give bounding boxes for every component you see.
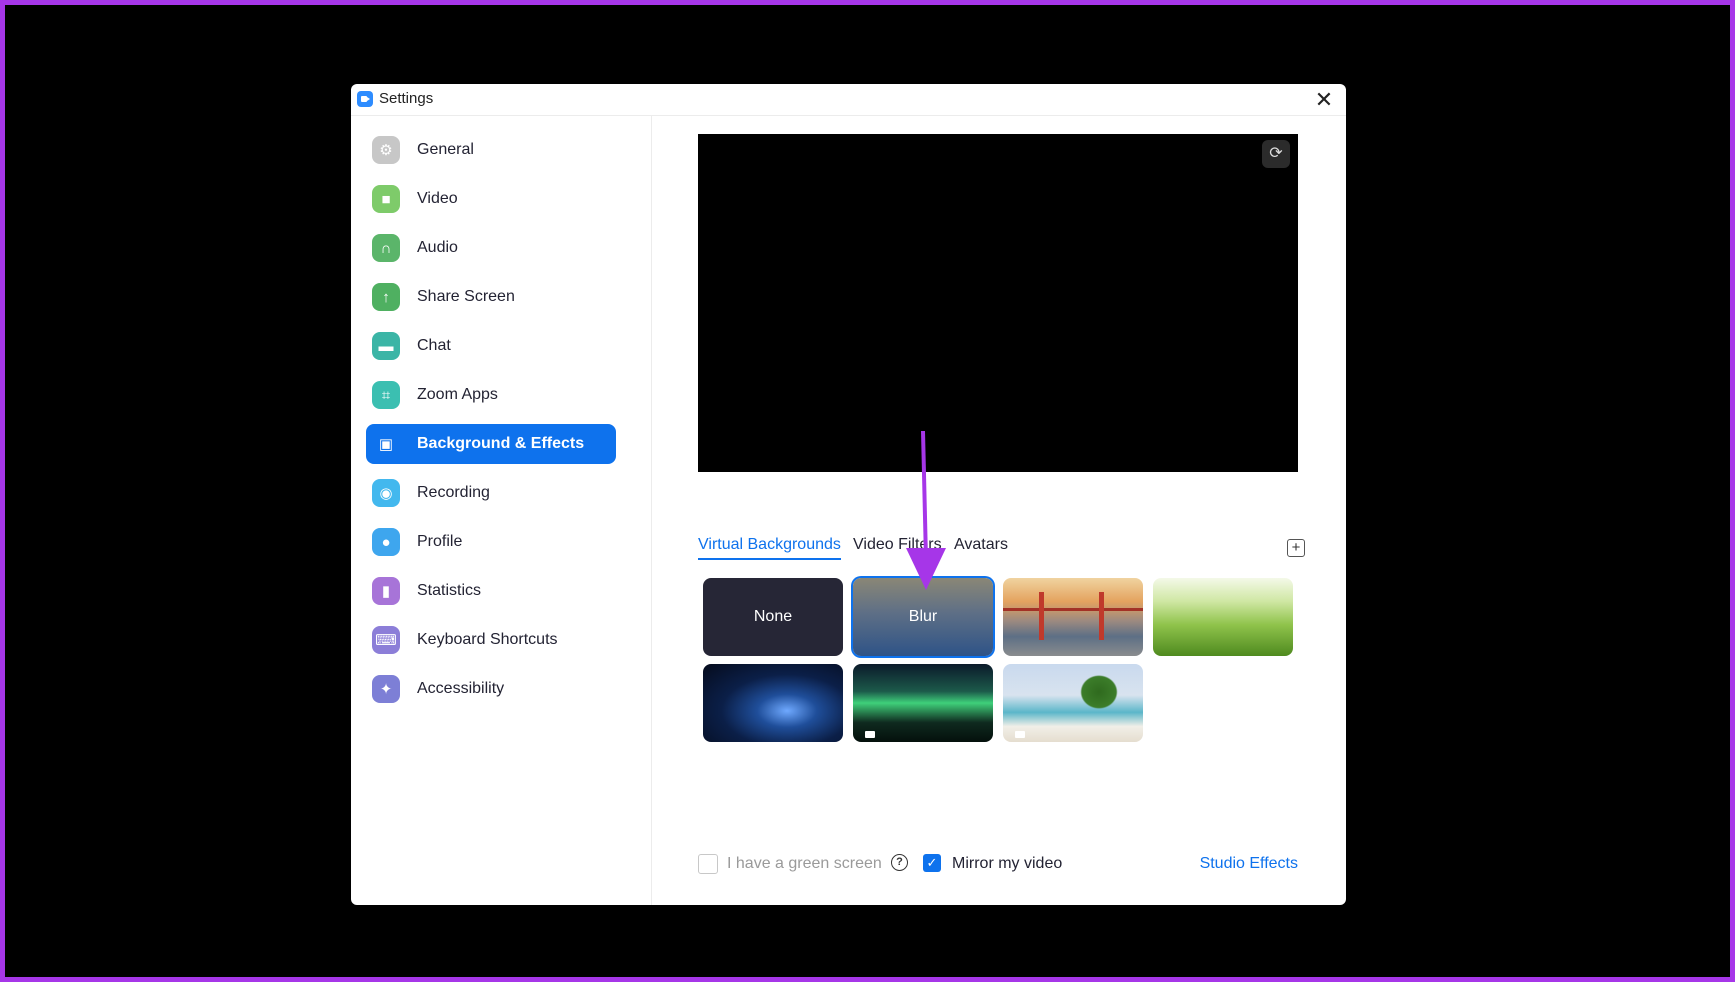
video-preview: ⟳ — [698, 134, 1298, 472]
sidebar-item-share-screen[interactable]: ↑ Share Screen — [366, 277, 616, 317]
sidebar-item-label: Recording — [417, 484, 490, 501]
gear-icon: ⚙ — [372, 136, 400, 164]
background-thumb-beach[interactable] — [1003, 664, 1143, 742]
background-thumb-grass[interactable] — [1153, 578, 1293, 656]
sidebar-item-label: Video — [417, 190, 458, 207]
sidebar-item-recording[interactable]: ◉ Recording — [366, 473, 616, 513]
apps-icon: ⌗ — [372, 381, 400, 409]
mirror-video-label: Mirror my video — [952, 855, 1063, 872]
sidebar-item-keyboard-shortcuts[interactable]: ⌨ Keyboard Shortcuts — [366, 620, 616, 660]
user-icon: ● — [372, 528, 400, 556]
settings-window: Settings ✕ ⚙ General ■ Video ∩ Audio ↑ S… — [351, 84, 1346, 905]
tab-avatars[interactable]: Avatars — [954, 536, 1008, 554]
video-badge-icon — [865, 731, 875, 738]
sidebar-item-audio[interactable]: ∩ Audio — [366, 228, 616, 268]
mirror-video-checkbox[interactable]: ✓ — [923, 854, 941, 872]
keyboard-icon: ⌨ — [372, 626, 400, 654]
sidebar-item-zoom-apps[interactable]: ⌗ Zoom Apps — [366, 375, 616, 415]
bar-chart-icon: ▮ — [372, 577, 400, 605]
tab-video-filters[interactable]: Video Filters — [853, 536, 942, 554]
sidebar-item-video[interactable]: ■ Video — [366, 179, 616, 219]
background-thumb-aurora[interactable] — [853, 664, 993, 742]
bridge-tower — [1039, 592, 1044, 640]
sidebar-item-label: General — [417, 141, 474, 158]
record-icon: ◉ — [372, 479, 400, 507]
accessibility-icon: ✦ — [372, 675, 400, 703]
sidebar-item-background-effects[interactable]: ▣ Background & Effects — [366, 424, 616, 464]
sidebar-item-label: Background & Effects — [417, 435, 585, 452]
tab-virtual-backgrounds[interactable]: Virtual Backgrounds — [698, 536, 841, 560]
sidebar-item-general[interactable]: ⚙ General — [366, 130, 616, 170]
background-thumb-none[interactable]: None — [703, 578, 843, 656]
sidebar-item-label: Statistics — [417, 582, 482, 599]
sidebar-item-label: Audio — [417, 239, 458, 256]
options-row: I have a green screen ? ✓ Mirror my vide… — [698, 854, 1298, 878]
chat-bubble-icon: ▬ — [372, 332, 400, 360]
zoom-logo-icon — [357, 91, 373, 107]
studio-effects-link[interactable]: Studio Effects — [1200, 855, 1298, 873]
title-bar: Settings ✕ — [351, 84, 1346, 116]
sidebar-item-label: Chat — [417, 337, 451, 354]
palm-tree — [1077, 672, 1121, 712]
sidebar-item-accessibility[interactable]: ✦ Accessibility — [366, 669, 616, 709]
background-thumb-blur[interactable]: Blur — [853, 578, 993, 656]
bridge-cable — [1003, 608, 1143, 611]
sidebar-item-label: Keyboard Shortcuts — [417, 631, 558, 648]
window-title: Settings — [379, 90, 434, 107]
sidebar-item-label: Share Screen — [417, 288, 515, 305]
help-icon[interactable]: ? — [891, 854, 908, 871]
video-badge-icon — [1015, 731, 1025, 738]
video-camera-icon: ■ — [372, 185, 400, 213]
sidebar-item-chat[interactable]: ▬ Chat — [366, 326, 616, 366]
sidebar-item-profile[interactable]: ● Profile — [366, 522, 616, 562]
sidebar-item-label: Accessibility — [417, 680, 505, 697]
share-screen-icon: ↑ — [372, 283, 400, 311]
close-icon[interactable]: ✕ — [1310, 86, 1338, 114]
sidebar-item-label: Profile — [417, 533, 463, 550]
settings-sidebar: ⚙ General ■ Video ∩ Audio ↑ Share Screen… — [351, 116, 652, 905]
sidebar-item-statistics[interactable]: ▮ Statistics — [366, 571, 616, 611]
rotate-camera-icon[interactable]: ⟳ — [1262, 140, 1290, 168]
background-thumb-golden-gate[interactable] — [1003, 578, 1143, 656]
thumb-label: Blur — [908, 608, 938, 625]
background-thumb-earth[interactable] — [703, 664, 843, 742]
add-background-icon[interactable]: + — [1287, 539, 1305, 557]
settings-content: ⟳ Virtual Backgrounds Video Filters Avat… — [652, 116, 1346, 905]
thumb-label: None — [753, 608, 793, 625]
green-screen-checkbox[interactable] — [698, 854, 718, 874]
green-screen-label: I have a green screen — [727, 855, 882, 872]
bridge-tower — [1099, 592, 1104, 640]
person-portrait-icon: ▣ — [378, 436, 394, 453]
headphones-icon: ∩ — [372, 234, 400, 262]
sidebar-item-label: Zoom Apps — [417, 386, 498, 403]
